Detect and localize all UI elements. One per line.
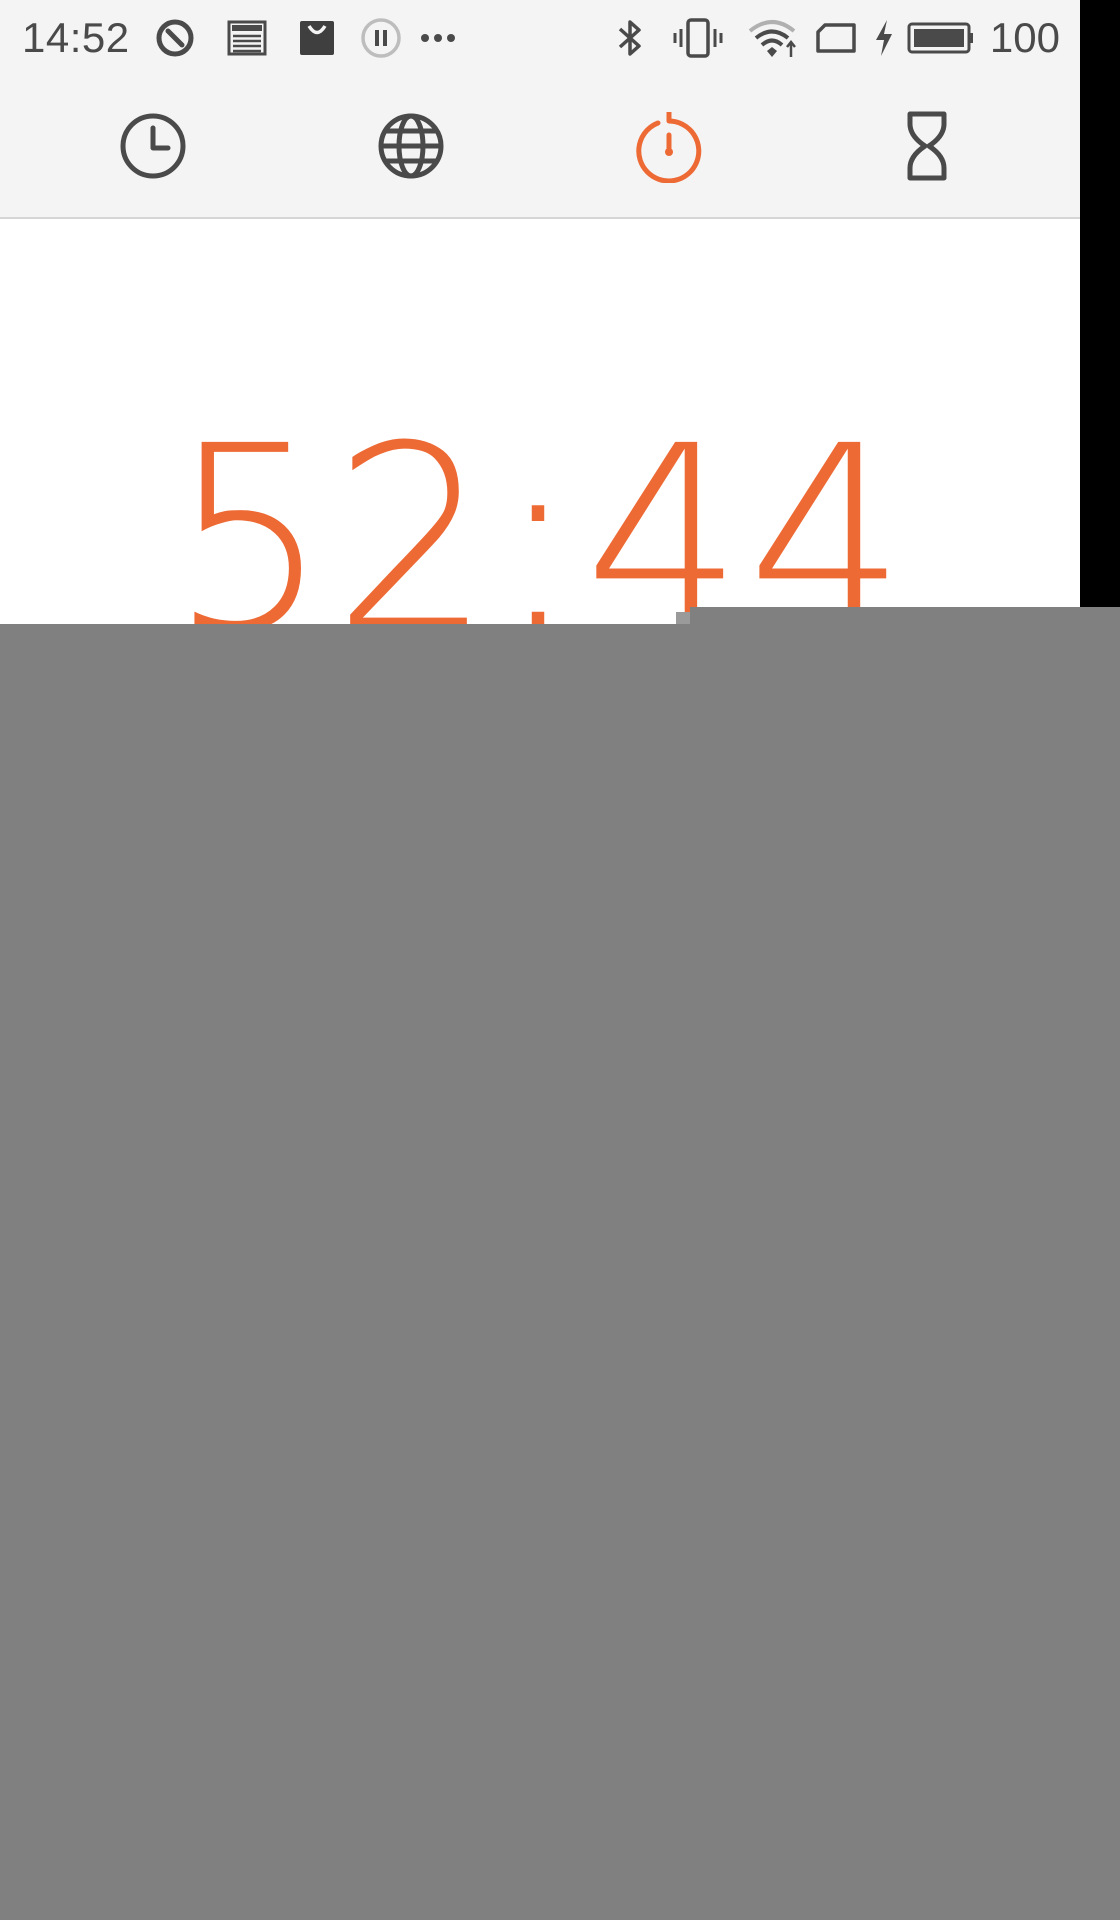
sim-icon: [812, 0, 860, 75]
bluetooth-icon: [608, 0, 652, 75]
charging-icon: [868, 0, 900, 75]
battery-percentage: 100: [989, 14, 1060, 61]
shopping-bag-icon: [292, 0, 342, 75]
hourglass-icon: [907, 111, 947, 181]
status-time: 14:52: [22, 14, 130, 61]
tab-timer[interactable]: [798, 75, 1056, 217]
more-dots-icon: [416, 0, 460, 75]
gray-overlay: [0, 624, 1120, 1920]
pause-icon: [356, 0, 406, 75]
vibrate-icon: [670, 0, 726, 75]
stopwatch-icon: [636, 112, 702, 183]
news-icon: [222, 0, 272, 75]
status-bar: 14:52 100: [0, 0, 1080, 75]
tab-stopwatch[interactable]: [540, 75, 798, 217]
battery-icon: [906, 0, 976, 75]
wifi-icon: [744, 0, 800, 75]
tab-clock[interactable]: [24, 75, 282, 217]
clock-icon: [120, 113, 186, 179]
tab-world-clock[interactable]: [282, 75, 540, 217]
clock-tab-bar: [0, 75, 1080, 219]
gray-overlay-notch: [676, 612, 690, 624]
globe-icon: [378, 113, 444, 179]
compass-icon: [150, 0, 200, 75]
